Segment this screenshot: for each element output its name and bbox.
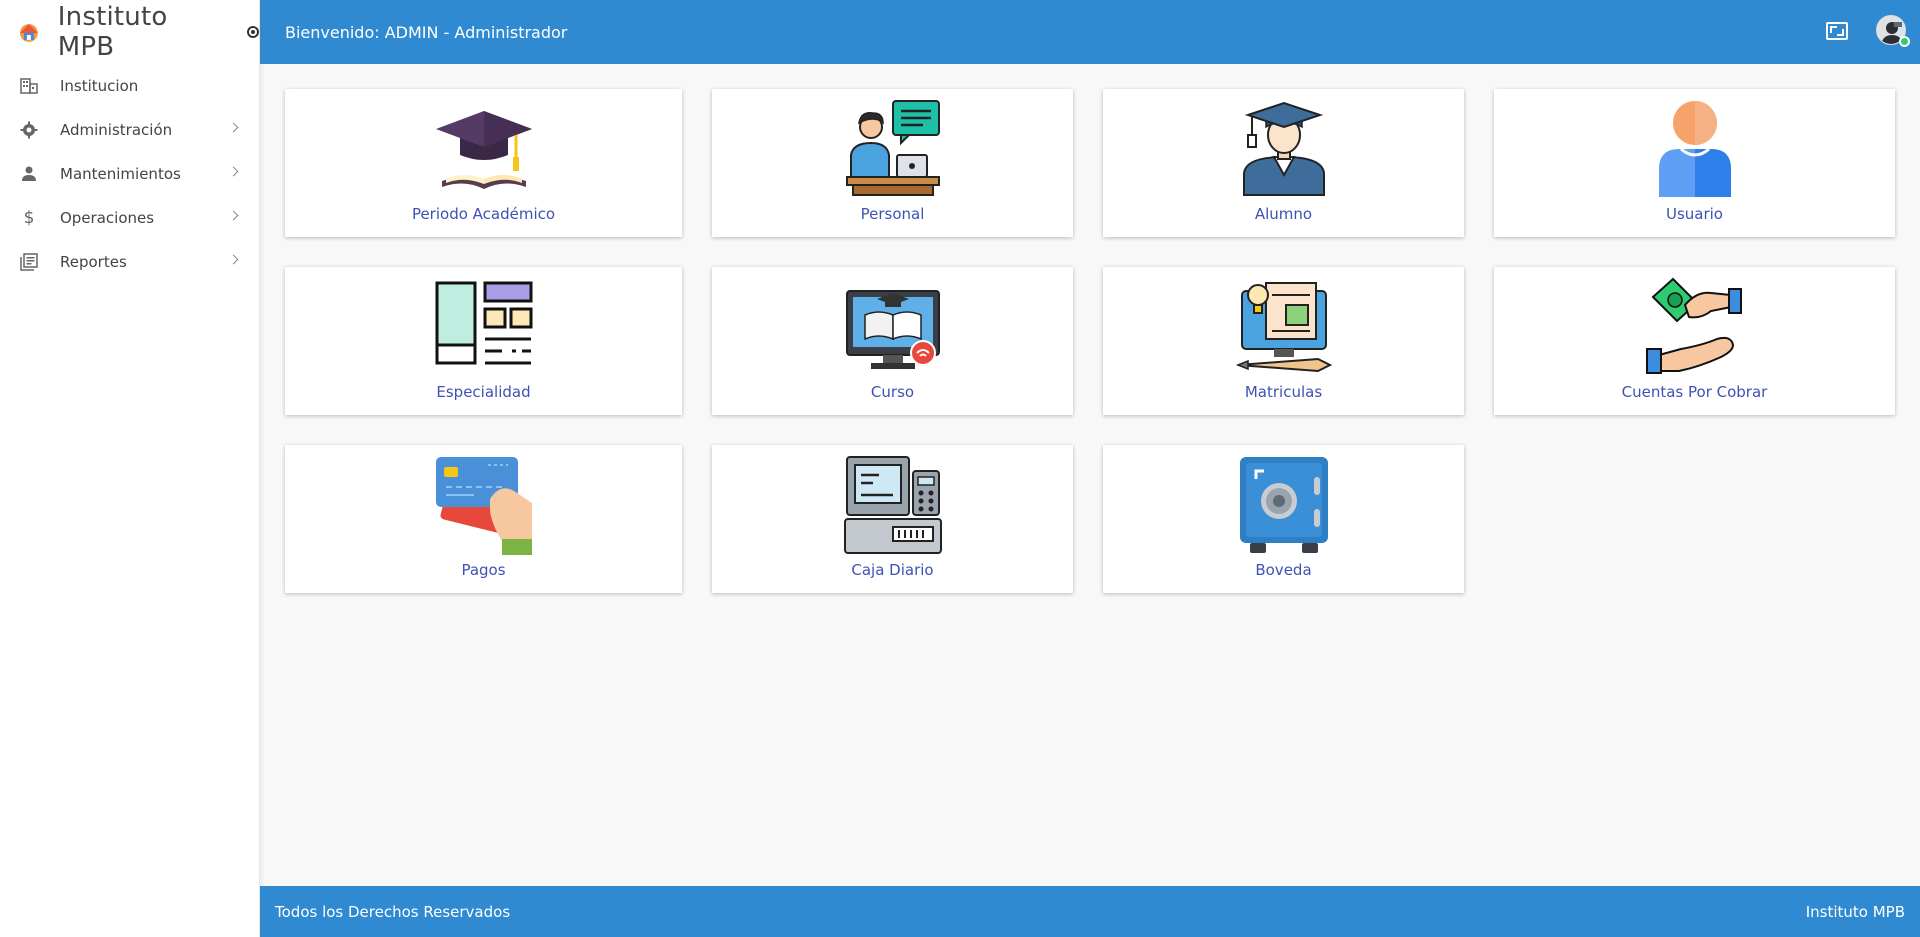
card-label: Cuentas Por Cobrar xyxy=(1621,383,1768,401)
chevron-right-icon xyxy=(228,254,239,265)
card-usuario[interactable]: Usuario xyxy=(1494,89,1895,237)
card-label: Caja Diario xyxy=(851,561,934,579)
card-alumno[interactable]: Alumno xyxy=(1103,89,1464,237)
card-boveda[interactable]: Boveda xyxy=(1103,445,1464,593)
dashboard-content: Periodo Académico Personal Alumno Usuari… xyxy=(260,64,1920,886)
gear-icon xyxy=(20,121,38,139)
chevron-right-icon xyxy=(228,166,239,177)
card-especialidad[interactable]: Especialidad xyxy=(285,267,682,415)
sidebar: Instituto MPB Institucion Administración… xyxy=(0,0,260,937)
layout-icon xyxy=(435,281,532,365)
report-icon xyxy=(20,253,38,271)
sidebar-item-mantenimientos[interactable]: Mantenimientos xyxy=(0,152,259,196)
building-icon xyxy=(20,77,38,95)
cash-register-icon xyxy=(843,456,942,554)
card-pagos[interactable]: Pagos xyxy=(285,445,682,593)
credit-card-icon xyxy=(435,457,532,555)
staff-desk-icon xyxy=(845,100,940,196)
safe-icon xyxy=(1239,457,1328,553)
card-label: Matriculas xyxy=(1244,383,1323,401)
card-curso[interactable]: Curso xyxy=(712,267,1073,415)
card-label: Curso xyxy=(870,383,915,401)
card-label: Usuario xyxy=(1665,205,1723,223)
footer-brand-text: Instituto MPB xyxy=(1805,902,1905,921)
footer-rights-text: Todos los Derechos Reservados xyxy=(275,902,511,921)
sidebar-item-label: Mantenimientos xyxy=(60,165,181,183)
brand[interactable]: Instituto MPB xyxy=(0,0,259,64)
sidebar-item-label: Reportes xyxy=(60,253,127,271)
welcome-text: Bienvenido: ADMIN - Administrador xyxy=(285,22,568,42)
topbar: Bienvenido: ADMIN - Administrador xyxy=(260,0,1920,64)
card-label: Periodo Académico xyxy=(411,205,556,223)
sidebar-item-label: Administración xyxy=(60,121,173,139)
sidebar-item-label: Operaciones xyxy=(60,209,155,227)
sidebar-item-operaciones[interactable]: $ Operaciones xyxy=(0,196,259,240)
chevron-right-icon xyxy=(228,122,239,133)
sidebar-toggle-icon[interactable] xyxy=(247,26,259,38)
sidebar-item-reportes[interactable]: Reportes xyxy=(0,240,259,284)
brand-name: Instituto MPB xyxy=(57,2,168,62)
sidebar-item-administracion[interactable]: Administración xyxy=(0,108,259,152)
chevron-right-icon xyxy=(228,210,239,221)
dollar-icon: $ xyxy=(23,208,35,228)
module-grid: Periodo Académico Personal Alumno Usuari… xyxy=(285,89,1895,593)
sidebar-item-label: Institucion xyxy=(60,77,139,95)
person-icon xyxy=(20,165,38,183)
online-status-badge xyxy=(1899,36,1910,47)
card-matriculas[interactable]: Matriculas xyxy=(1103,267,1464,415)
card-cuentas-por-cobrar[interactable]: Cuentas Por Cobrar xyxy=(1494,267,1895,415)
card-label: Especialidad xyxy=(436,383,531,401)
sidebar-menu: Institucion Administración Mantenimiento… xyxy=(0,64,259,284)
card-label: Personal xyxy=(860,205,925,223)
card-label: Pagos xyxy=(461,561,506,579)
fullscreen-icon[interactable] xyxy=(1826,22,1848,40)
card-label: Alumno xyxy=(1254,205,1313,223)
card-periodo-academico[interactable]: Periodo Académico xyxy=(285,89,682,237)
institute-logo-icon xyxy=(19,24,38,42)
card-caja-diario[interactable]: Caja Diario xyxy=(712,445,1073,593)
sidebar-item-institucion[interactable]: Institucion xyxy=(0,64,259,108)
card-personal[interactable]: Personal xyxy=(712,89,1073,237)
money-hands-icon xyxy=(1645,277,1742,374)
card-label: Boveda xyxy=(1255,561,1312,579)
graduation-cap-icon xyxy=(435,111,532,189)
user-icon xyxy=(1658,101,1731,197)
student-icon xyxy=(1242,101,1325,196)
footer: Todos los Derechos Reservados Instituto … xyxy=(260,886,1920,937)
enrollment-icon xyxy=(1235,282,1332,373)
computer-course-icon xyxy=(845,290,940,369)
